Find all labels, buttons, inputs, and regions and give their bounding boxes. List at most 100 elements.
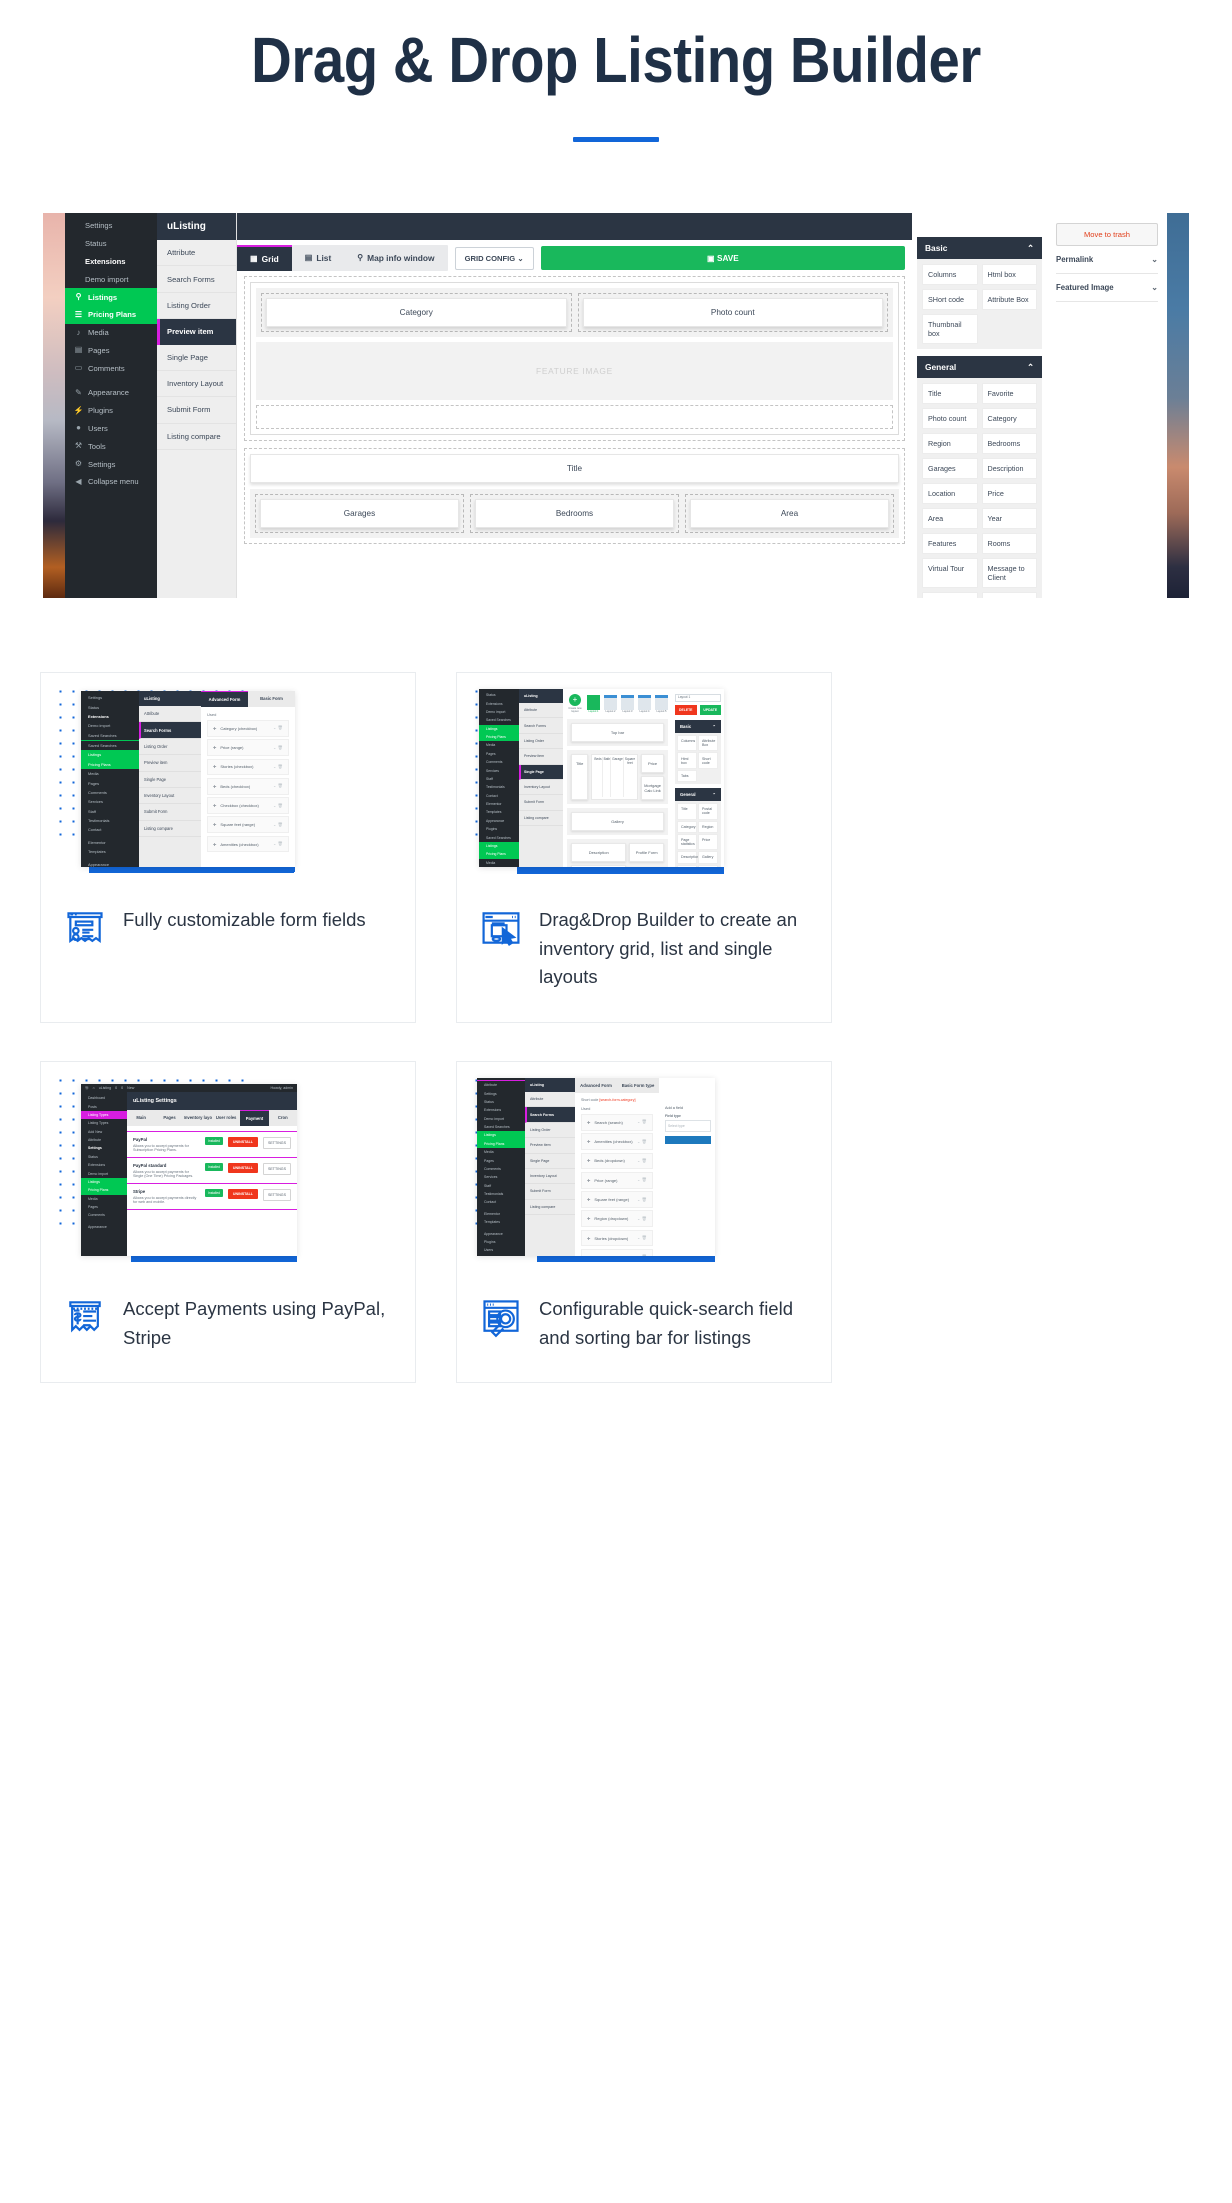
empty-dropzone[interactable] [256, 405, 893, 429]
palette-chip-rooms[interactable]: Rooms [981, 533, 1037, 554]
sidebar-item-demo-import[interactable]: Demo import [65, 270, 157, 288]
sidebar-item-status[interactable]: Status [65, 235, 157, 253]
mini-widget-profile-form: Profile Form [629, 843, 664, 862]
chevron-down-icon[interactable]: ⌄ [1151, 255, 1158, 264]
sidebar-item-pages[interactable]: ▤ Pages [65, 341, 157, 359]
chevron-up-icon[interactable]: ⌃ [1027, 243, 1034, 253]
palette-chip-category[interactable]: Category [981, 408, 1037, 429]
submenu-item-attribute[interactable]: Attribute [157, 240, 236, 267]
widget-garages[interactable]: Garages [260, 499, 459, 528]
sidebar-item-plugins[interactable]: ⚡ Plugins [65, 402, 157, 420]
palette-chip-columns[interactable]: Columns [922, 264, 978, 285]
permalink-accordion[interactable]: Permalink ⌄ [1056, 246, 1158, 274]
dropzone-bottom[interactable]: Title Garages Bedrooms Area [244, 448, 905, 544]
ulisting-submenu-title: uListing [157, 213, 236, 240]
palette-chip-attribute-box[interactable]: Attribute Box [981, 289, 1037, 310]
list-icon: ☰ [74, 309, 83, 319]
palette-chip-features[interactable]: Features [922, 533, 978, 554]
move-to-trash-button[interactable]: Move to trash [1056, 223, 1158, 246]
sidebar-item-settings-2[interactable]: ⚙ Settings [65, 455, 157, 473]
palette-chips[interactable]: Title Favorite Photo count Category Regi… [917, 378, 1042, 598]
palette-chip-bedrooms[interactable]: Bedrooms [981, 433, 1037, 454]
tab-map-info-window[interactable]: ⚲ Map info window [344, 245, 447, 271]
widget-row-1[interactable]: Category Photo count [256, 288, 893, 337]
tab-list[interactable]: ▤ List [292, 245, 344, 271]
sidebar-item-tools[interactable]: ⚒ Tools [65, 437, 157, 455]
chevron-down-icon[interactable]: ⌄ [1151, 283, 1158, 292]
sidebar-item-comments[interactable]: ▭ Comments [65, 359, 157, 377]
widget-slot[interactable]: Photo count [577, 293, 888, 332]
feature-image-placeholder[interactable]: FEATURE IMAGE [256, 342, 893, 400]
palette-chip-virtual-tour[interactable]: Virtual Tour [922, 558, 978, 588]
submenu-item-inventory-layout[interactable]: Inventory Layout [157, 371, 236, 398]
palette-chip-favorite[interactable]: Favorite [981, 383, 1037, 404]
browser-cursor-icon [479, 906, 523, 950]
featured-image-accordion[interactable]: Featured Image ⌄ [1056, 274, 1158, 302]
submenu-item-preview-item[interactable]: Preview item [157, 319, 236, 345]
sidebar-item-settings[interactable]: Settings [65, 217, 157, 235]
palette-chip-region[interactable]: Region [922, 433, 978, 454]
palette-chip-garages[interactable]: Garages [922, 458, 978, 479]
sidebar-item-users[interactable]: ● Users [65, 420, 157, 438]
tab-grid[interactable]: ▦ Grid [237, 245, 292, 271]
sidebar-item-listings[interactable]: ⚲ Listings [65, 288, 157, 306]
palette-chip-compare[interactable]: Compare [981, 592, 1037, 598]
palette-group-header[interactable]: General ⌃ [917, 356, 1042, 378]
ulisting-submenu[interactable]: uListing Attribute Search Forms Listing … [157, 213, 237, 598]
mini-wp-sidebar: Status Extensions Demo import Saved Sear… [479, 689, 519, 867]
widget-row-2[interactable]: Garages Bedrooms Area [250, 489, 899, 538]
submenu-item-search-forms[interactable]: Search Forms [157, 266, 236, 293]
builder-canvas[interactable]: Category Photo count FEATURE IMAGE Title [237, 276, 912, 544]
widget-slot[interactable]: Area [685, 494, 894, 533]
palette-chip-year[interactable]: Year [981, 508, 1037, 529]
submenu-item-listing-compare[interactable]: Listing compare [157, 424, 236, 450]
palette-chip-location[interactable]: Location [922, 483, 978, 504]
widget-area[interactable]: Area [690, 499, 889, 528]
layout-type-tabs[interactable]: ▦ Grid ▤ List ⚲ Map info window [237, 245, 448, 271]
wp-admin-sidebar[interactable]: Settings Status Extensions Demo import ⚲… [65, 213, 157, 598]
sidebar-item-extensions[interactable]: Extensions [65, 253, 157, 271]
card-footer: Accept Payments using PayPal, Stripe [41, 1269, 415, 1382]
palette-chip-photo-count[interactable]: Photo count [922, 408, 978, 429]
grid-config-dropdown[interactable]: GRID CONFIG ⌄ [454, 246, 534, 270]
widget-category[interactable]: Category [266, 298, 567, 327]
dropzone-inner[interactable]: Category Photo count FEATURE IMAGE [250, 282, 899, 435]
mini-list-label: Used [581, 1106, 591, 1112]
palette-chip-short-code[interactable]: SHort code [922, 289, 978, 310]
mini-submenu-item: Search Forms [519, 718, 563, 734]
sidebar-item-collapse-menu[interactable]: ◀ Collapse menu [65, 473, 157, 491]
dropzone-top[interactable]: Category Photo count FEATURE IMAGE [244, 276, 905, 441]
mini-sidebar-item: Listings [81, 750, 139, 760]
widget-row-title[interactable]: Title [250, 454, 899, 483]
palette-chip-title[interactable]: Title [922, 383, 978, 404]
mini-list-item: ✛ Category (checkbox) ⌄ 🗑 [207, 720, 289, 737]
widget-slot[interactable]: Bedrooms [470, 494, 679, 533]
widget-title[interactable]: Title [250, 454, 899, 483]
palette-chip-price[interactable]: Price [981, 483, 1037, 504]
palette-chip-area[interactable]: Area [922, 508, 978, 529]
sidebar-item-appearance[interactable]: ✎ Appearance [65, 384, 157, 402]
palette-chip-message-to-client[interactable]: Message to Client [981, 558, 1037, 588]
palette-chip-description[interactable]: Description [981, 458, 1037, 479]
widget-photo-count[interactable]: Photo count [582, 298, 883, 327]
chevron-up-icon[interactable]: ⌃ [1027, 362, 1034, 372]
widget-bedrooms[interactable]: Bedrooms [475, 499, 674, 528]
mini-chip: Short code [698, 752, 718, 769]
field-palette[interactable]: Basic ⌃ Columns Html box SHort code Attr… [912, 213, 1047, 598]
palette-chips[interactable]: Columns Html box SHort code Attribute Bo… [917, 259, 1042, 349]
sidebar-item-media[interactable]: ♪ Media [65, 324, 157, 342]
palette-chip-html-box[interactable]: Html box [981, 264, 1037, 285]
palette-chip-thumbnail-box[interactable]: Thumbnail box [922, 314, 978, 344]
palette-chip-additional-information[interactable]: Additional Information [922, 592, 978, 598]
widget-slot[interactable]: Garages [255, 494, 464, 533]
submenu-item-single-page[interactable]: Single Page [157, 345, 236, 371]
widget-slot[interactable]: Category [261, 293, 572, 332]
mini-sidebar-item: Listings [479, 724, 519, 733]
submenu-item-listing-order[interactable]: Listing Order [157, 293, 236, 320]
mini-list-item: ✛ Stories (dropdown) ⌄ 🗑 [581, 1229, 653, 1247]
save-button[interactable]: ▣ SAVE [540, 246, 905, 270]
mini-list-item: ✛ Beds (dropdown) ⌄ 🗑 [581, 1152, 653, 1170]
submenu-item-submit-form[interactable]: Submit Form [157, 397, 236, 424]
sidebar-item-pricing-plans[interactable]: ☰ Pricing Plans [65, 305, 157, 324]
palette-group-header[interactable]: Basic ⌃ [917, 237, 1042, 259]
